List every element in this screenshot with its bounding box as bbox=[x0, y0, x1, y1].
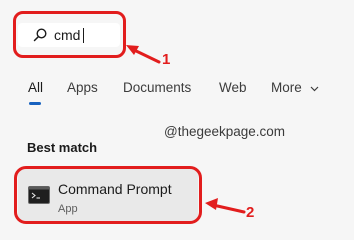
tab-apps[interactable]: Apps bbox=[67, 80, 98, 95]
result-subtitle: App bbox=[58, 203, 78, 215]
tab-documents[interactable]: Documents bbox=[123, 80, 191, 95]
step1-label: 1 bbox=[162, 51, 171, 68]
step1-arrow bbox=[126, 45, 161, 64]
tab-more[interactable]: More bbox=[271, 80, 302, 95]
tab-web[interactable]: Web bbox=[219, 80, 247, 95]
chevron-down-icon[interactable] bbox=[310, 86, 319, 92]
step2-arrow bbox=[205, 198, 246, 214]
search-input[interactable] bbox=[54, 26, 114, 44]
result-title: Command Prompt bbox=[58, 181, 172, 197]
command-prompt-icon bbox=[28, 186, 50, 204]
step2-label: 2 bbox=[246, 204, 255, 221]
watermark-text: @thegeekpage.com bbox=[164, 124, 286, 139]
active-tab-indicator bbox=[29, 102, 41, 105]
text-caret bbox=[83, 28, 84, 43]
best-match-heading: Best match bbox=[27, 140, 98, 155]
tab-all[interactable]: All bbox=[28, 80, 43, 95]
search-filter-tabs: All Apps Documents Web More bbox=[0, 80, 354, 102]
search-icon bbox=[33, 28, 47, 42]
